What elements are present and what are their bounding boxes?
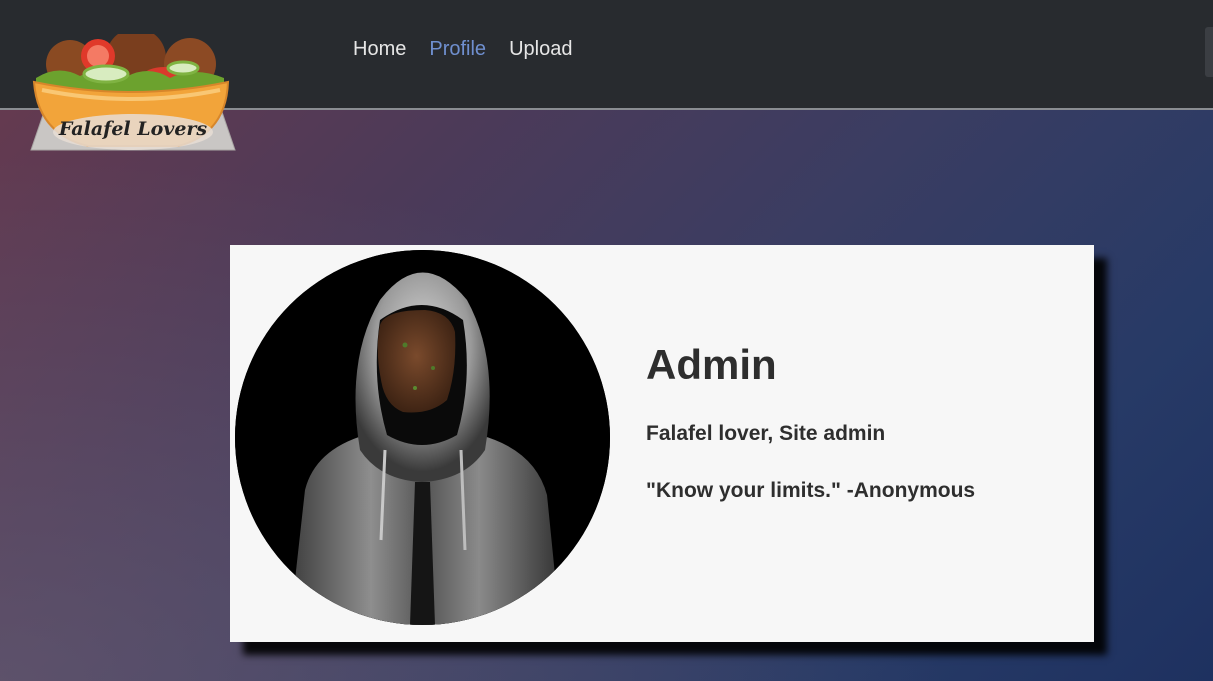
profile-card: Admin Falafel lover, Site admin "Know yo…: [230, 245, 1094, 642]
site-logo[interactable]: Falafel Lovers: [28, 28, 238, 154]
nav-upload-link[interactable]: Upload: [509, 38, 572, 61]
logo-text: Falafel Lovers: [58, 118, 208, 140]
nav-home-link[interactable]: Home: [353, 38, 406, 61]
profile-name: Admin: [646, 341, 777, 388]
nav-profile-link[interactable]: Profile: [429, 38, 486, 61]
profile-quote: "Know your limits." -Anonymous: [646, 479, 976, 502]
nav-links: Home Profile Upload: [353, 38, 572, 61]
navbar-toggle-edge[interactable]: [1205, 27, 1213, 77]
profile-avatar: [235, 250, 610, 625]
hooded-figure-avatar-icon: [235, 250, 610, 625]
profile-role: Falafel lover, Site admin: [646, 422, 886, 445]
profile-info: Admin Falafel lover, Site admin "Know yo…: [646, 341, 975, 503]
